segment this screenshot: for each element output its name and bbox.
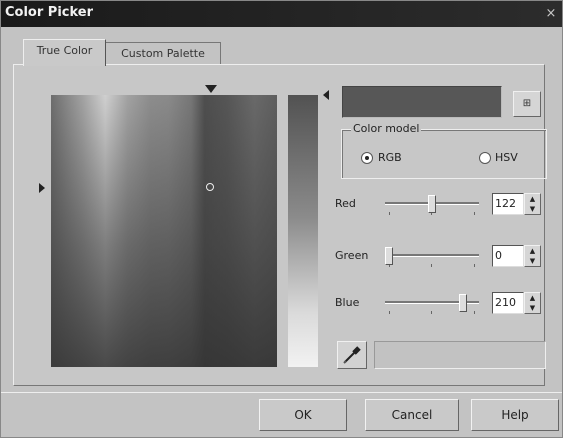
value-slider-strip[interactable] <box>288 95 318 367</box>
green-slider-thumb[interactable] <box>385 247 393 265</box>
eyedropper-icon <box>343 346 361 364</box>
tab-custom-palette[interactable]: Custom Palette <box>105 42 221 65</box>
value-slider-marker[interactable] <box>323 90 329 100</box>
title-bar: Color Picker × <box>1 1 562 27</box>
tab-true-color[interactable]: True Color <box>23 39 106 66</box>
blue-slider-thumb[interactable] <box>459 294 468 312</box>
help-button[interactable]: Help <box>471 399 559 431</box>
spin-up-icon[interactable]: ▲ <box>525 293 540 303</box>
blue-tick <box>431 311 432 314</box>
red-tick <box>474 212 475 215</box>
green-spinner[interactable]: ▲ ▼ <box>524 245 541 267</box>
hue-marker-top[interactable] <box>205 85 217 93</box>
green-slider-track[interactable] <box>385 254 479 257</box>
color-field[interactable] <box>51 95 277 367</box>
color-field-crosshair[interactable] <box>206 183 214 191</box>
red-label: Red <box>335 197 356 210</box>
blue-label: Blue <box>335 296 360 309</box>
footer-divider <box>1 392 562 393</box>
blue-tick <box>389 311 390 314</box>
green-tick <box>474 264 475 267</box>
eyedropper-preview-field <box>374 341 546 369</box>
red-value-field[interactable]: 122 <box>492 193 524 215</box>
hsv-label: HSV <box>495 151 518 164</box>
color-model-legend: Color model <box>351 122 422 135</box>
hsv-radio[interactable] <box>479 152 491 164</box>
add-to-palette-button[interactable]: ⊞ <box>513 91 541 117</box>
green-value-field[interactable]: 0 <box>492 245 524 267</box>
spin-up-icon[interactable]: ▲ <box>525 194 540 204</box>
green-label: Green <box>335 249 369 262</box>
spin-up-icon[interactable]: ▲ <box>525 246 540 256</box>
blue-spinner[interactable]: ▲ ▼ <box>524 292 541 314</box>
rgb-radio[interactable] <box>361 152 373 164</box>
selected-color-swatch <box>342 86 502 118</box>
red-slider-thumb[interactable] <box>428 195 437 213</box>
spin-down-icon[interactable]: ▼ <box>525 256 540 266</box>
rgb-label: RGB <box>378 151 402 164</box>
red-spinner[interactable]: ▲ ▼ <box>524 193 541 215</box>
spin-down-icon[interactable]: ▼ <box>525 204 540 214</box>
eyedropper-button[interactable] <box>337 341 367 369</box>
spin-down-icon[interactable]: ▼ <box>525 303 540 313</box>
ok-button[interactable]: OK <box>259 399 347 431</box>
window-title: Color Picker <box>5 5 94 20</box>
green-tick <box>431 264 432 267</box>
hue-marker-left[interactable] <box>39 183 45 193</box>
blue-value-field[interactable]: 210 <box>492 292 524 314</box>
cancel-button[interactable]: Cancel <box>365 399 459 431</box>
red-tick <box>389 212 390 215</box>
close-icon[interactable]: × <box>544 7 558 21</box>
blue-tick <box>474 311 475 314</box>
color-picker-window: Color Picker × True Color Custom Palette… <box>0 0 563 438</box>
